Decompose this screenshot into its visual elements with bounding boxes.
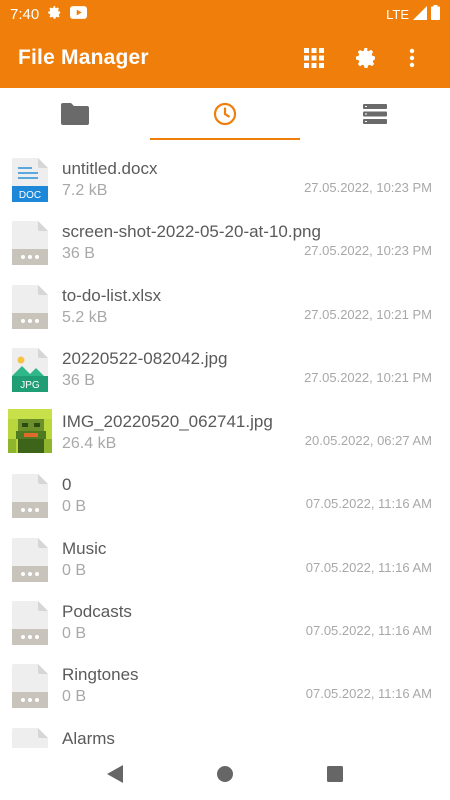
file-size: 0 B [62, 625, 87, 643]
generic-file-icon [12, 474, 48, 519]
file-row-podcasts[interactable]: Podcasts 0 B 07.05.2022, 11:16 AM [0, 589, 450, 652]
file-date: 27.05.2022, 10:21 PM [304, 369, 432, 385]
recents-icon [327, 766, 343, 782]
generic-file-icon [12, 537, 48, 582]
file-list: DOC untitled.docx 7.2 kB 27.05.2022, 10:… [0, 146, 450, 748]
status-time: 7:40 [10, 5, 40, 23]
gear-icon [47, 5, 62, 24]
file-size: 7.2 kB [62, 182, 108, 199]
back-button[interactable] [95, 754, 135, 794]
home-button[interactable] [205, 754, 245, 794]
file-size: 0 B [62, 561, 87, 579]
file-row-screen-shot-png[interactable]: screen-shot-2022-05-20-at-10.png 36 B 27… [0, 209, 450, 272]
file-date: 27.05.2022, 10:21 PM [304, 306, 432, 322]
youtube-icon [70, 5, 88, 23]
more-vert-icon [409, 48, 415, 68]
generic-file-icon [12, 284, 48, 329]
storage-list-icon [363, 104, 387, 124]
file-name: IMG_20220520_062741.jpg [62, 412, 273, 432]
file-row-untitled-docx[interactable]: DOC untitled.docx 7.2 kB 27.05.2022, 10:… [0, 146, 450, 209]
file-name: 20220522-082042.jpg [62, 348, 228, 368]
doc-file-icon: DOC [12, 158, 48, 202]
file-size: 36 B [62, 245, 95, 263]
generic-file-icon [12, 727, 48, 748]
file-date: 07.05.2022, 11:16 AM [305, 559, 432, 575]
tab-bar [0, 88, 450, 140]
status-bar: 7:40 LTE [0, 0, 450, 28]
generic-file-icon [12, 601, 48, 646]
back-icon [107, 765, 123, 783]
file-row-0[interactable]: 0 0 B 07.05.2022, 11:16 AM [0, 462, 450, 525]
file-name: Alarms [62, 728, 115, 748]
file-size: 26.4 kB [62, 435, 117, 453]
generic-file-icon [12, 221, 48, 266]
folder-icon [61, 103, 89, 125]
file-size: 36 B [62, 371, 95, 389]
file-name: Podcasts [62, 602, 132, 622]
more-options-button[interactable] [392, 34, 432, 82]
system-nav-bar [0, 748, 450, 800]
file-name: 0 [62, 475, 72, 495]
signal-icon [413, 5, 427, 23]
settings-button[interactable] [340, 34, 392, 82]
settings-icon [356, 48, 375, 68]
file-date: 07.05.2022, 11:16 AM [305, 496, 432, 512]
jpg-badge-label: JPG [20, 380, 40, 391]
file-name: untitled.docx [62, 159, 158, 178]
app-title: File Manager [18, 46, 149, 69]
file-row-20220522-jpg[interactable]: JPG 20220522-082042.jpg 36 B 27.05.2022,… [0, 336, 450, 399]
file-date: 07.05.2022, 11:16 AM [305, 686, 432, 702]
recents-button[interactable] [315, 754, 355, 794]
image-thumbnail [8, 409, 52, 454]
tab-folders[interactable] [0, 88, 150, 140]
file-name: to-do-list.xlsx [62, 285, 162, 305]
file-size: 0 B [62, 498, 87, 516]
recent-clock-icon [213, 102, 237, 126]
app-bar: File Manager [0, 28, 450, 88]
jpg-file-icon: JPG [12, 347, 48, 392]
file-date: 20.05.2022, 06:27 AM [304, 433, 432, 449]
file-date: 27.05.2022, 10:23 PM [304, 180, 432, 195]
file-name: screen-shot-2022-05-20-at-10.png [62, 222, 321, 242]
file-size: 5.2 kB [62, 308, 108, 326]
file-date: 27.05.2022, 10:23 PM [304, 243, 432, 259]
home-icon [217, 766, 233, 782]
file-row-music[interactable]: Music 0 B 07.05.2022, 11:16 AM [0, 526, 450, 589]
file-row-to-do-list-xlsx[interactable]: to-do-list.xlsx 5.2 kB 27.05.2022, 10:21… [0, 273, 450, 336]
battery-icon [431, 5, 440, 23]
grid-view-icon [304, 48, 324, 68]
tab-storage[interactable] [300, 88, 450, 140]
file-date: 07.05.2022, 11:16 AM [305, 623, 432, 639]
grid-view-button[interactable] [288, 34, 340, 82]
network-type: LTE [386, 6, 409, 22]
doc-badge-label: DOC [19, 190, 41, 201]
generic-file-icon [12, 664, 48, 709]
file-row-img-20220520-jpg[interactable]: IMG_20220520_062741.jpg 26.4 kB 20.05.20… [0, 399, 450, 462]
tab-recent[interactable] [150, 88, 300, 140]
file-row-alarms[interactable]: Alarms [0, 716, 450, 748]
file-row-ringtones[interactable]: Ringtones 0 B 07.05.2022, 11:16 AM [0, 652, 450, 715]
file-name: Ringtones [62, 665, 139, 685]
file-size: 0 B [62, 688, 87, 706]
file-name: Music [62, 538, 107, 558]
